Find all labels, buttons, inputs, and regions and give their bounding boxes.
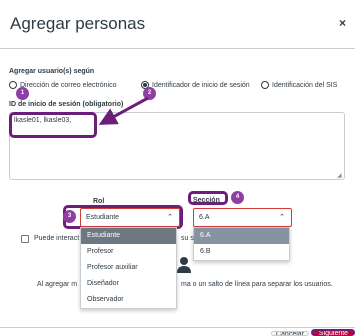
info-text-end: ma o un salto de línea para separar los …	[181, 281, 333, 288]
role-option-estudiante[interactable]: Estudiante	[81, 228, 176, 244]
role-option-profesor[interactable]: Profesor	[81, 244, 176, 260]
next-button[interactable]: Siguiente	[314, 331, 353, 336]
role-select[interactable]: Estudiante ⌃	[80, 208, 180, 227]
role-option-disenador[interactable]: Diseñador	[81, 276, 176, 292]
role-option-observador[interactable]: Observador	[81, 292, 176, 308]
role-dropdown-list: Estudiante Profesor Profesor auxiliar Di…	[80, 227, 177, 309]
section-select[interactable]: 6.A ⌃	[193, 208, 292, 227]
chevron-up-icon: ⌃	[167, 214, 173, 221]
interact-checkbox-label: Puede interact	[34, 235, 80, 242]
footer-divider	[0, 327, 355, 328]
section-dropdown-list: 6.A 6.B	[193, 227, 290, 261]
person-icon	[177, 257, 191, 273]
section-label: Sección	[193, 197, 220, 204]
interact-checkbox[interactable]	[21, 235, 29, 243]
info-text-start: Al agregar m	[37, 281, 78, 288]
section-option-6a[interactable]: 6.A	[194, 228, 289, 244]
section-option-6b[interactable]: 6.B	[194, 244, 289, 260]
section-select-value: 6.A	[199, 214, 210, 221]
role-option-profesor-auxiliar[interactable]: Profesor auxiliar	[81, 260, 176, 276]
interact-checkbox-label-end: su s	[181, 235, 194, 242]
chevron-up-icon: ⌃	[279, 214, 285, 221]
role-select-value: Estudiante	[86, 214, 120, 221]
cancel-button[interactable]: Cancelar	[271, 331, 309, 336]
role-label: Rol	[93, 198, 105, 205]
